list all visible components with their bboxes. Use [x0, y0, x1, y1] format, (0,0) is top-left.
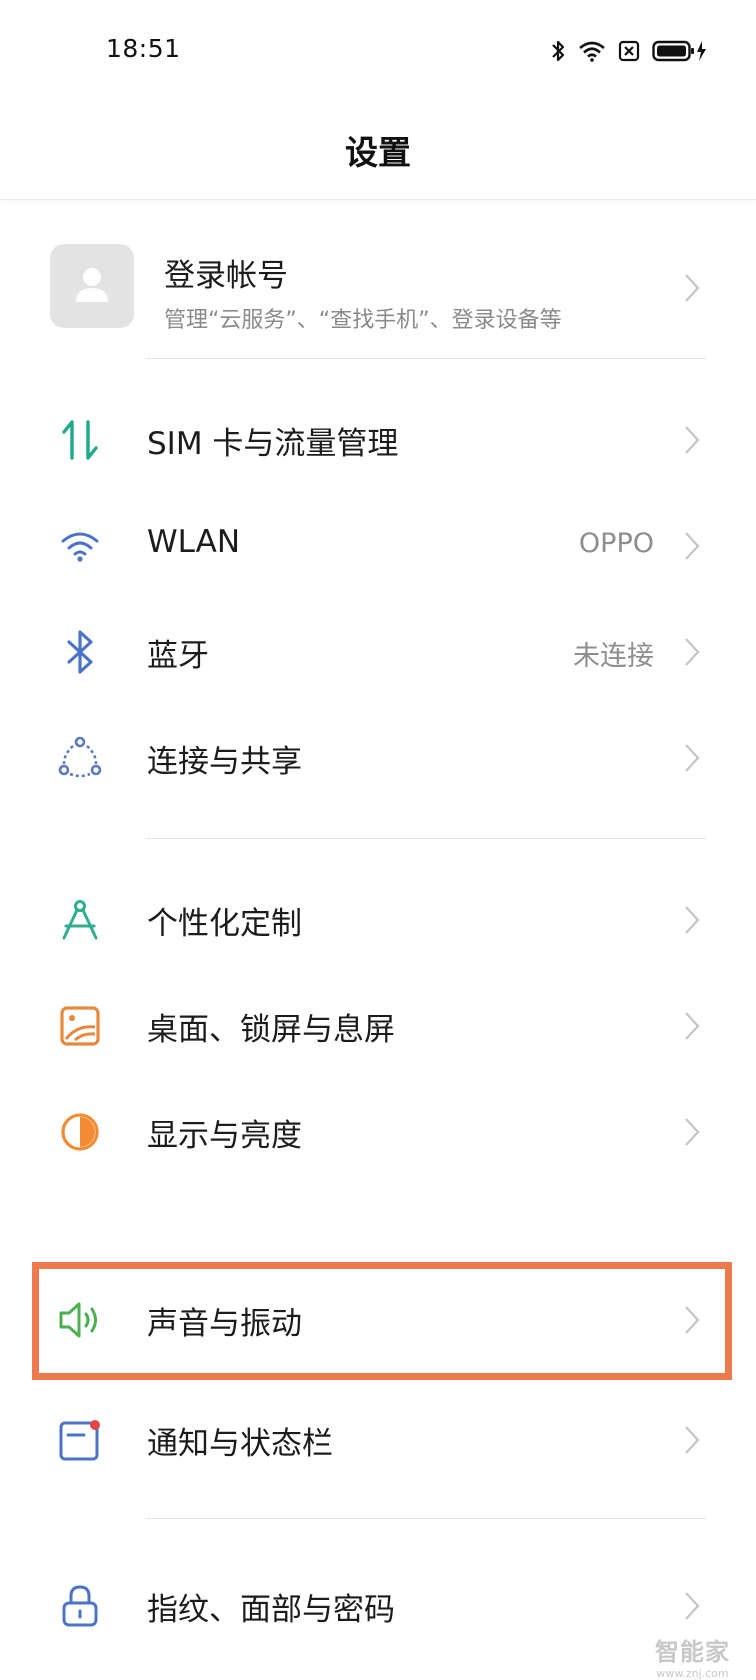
row-connection-share[interactable]: 连接与共享 — [0, 702, 756, 814]
connection-share-icon — [56, 734, 104, 782]
chevron-right-icon — [684, 637, 700, 667]
compass-icon — [56, 896, 104, 944]
row-label: 蓝牙 — [147, 638, 209, 674]
chevron-right-icon — [684, 1591, 700, 1621]
watermark: 智能家 www.znj.com — [655, 1632, 730, 1680]
account-subtitle: 管理“云服务”、“查找手机”、登录设备等 — [164, 308, 562, 333]
page-title: 设置 — [345, 133, 411, 172]
sim-off-icon — [618, 40, 640, 62]
row-wallpaper-lockscreen[interactable]: 桌面、锁屏与息屏 — [0, 970, 756, 1082]
row-notifications-statusbar[interactable]: 通知与状态栏 — [0, 1384, 756, 1496]
divider — [146, 1518, 706, 1519]
divider — [146, 838, 706, 839]
header: 设置 — [0, 100, 756, 200]
row-personalization[interactable]: 个性化定制 — [0, 864, 756, 976]
chevron-right-icon — [684, 1011, 700, 1041]
status-icons — [550, 36, 708, 66]
wifi-icon — [578, 40, 606, 62]
row-label: 通知与状态栏 — [147, 1426, 333, 1462]
status-time: 18:51 — [106, 34, 181, 63]
row-label: 指纹、面部与密码 — [147, 1592, 395, 1628]
divider — [146, 358, 706, 359]
brightness-icon — [56, 1108, 104, 1156]
row-display-brightness[interactable]: 显示与亮度 — [0, 1076, 756, 1188]
row-value: 未连接 — [573, 641, 654, 672]
sim-data-icon — [56, 416, 104, 464]
row-fingerprint-face-password[interactable]: 指纹、面部与密码 — [0, 1550, 756, 1662]
row-bluetooth[interactable]: 蓝牙 未连接 — [0, 596, 756, 708]
bluetooth-icon — [56, 628, 104, 676]
row-wlan[interactable]: WLAN OPPO — [0, 490, 756, 602]
row-sim-data[interactable]: SIM 卡与流量管理 — [0, 384, 756, 496]
chevron-right-icon — [684, 743, 700, 773]
status-bar: 18:51 — [0, 0, 756, 100]
row-label: 连接与共享 — [147, 744, 302, 780]
row-label: 个性化定制 — [147, 906, 302, 942]
watermark-main: 智能家 — [655, 1638, 730, 1666]
bluetooth-icon — [550, 39, 566, 63]
battery-charging-icon — [652, 39, 708, 63]
chevron-right-icon — [684, 905, 700, 935]
row-label: 显示与亮度 — [147, 1118, 302, 1154]
chevron-right-icon — [684, 531, 700, 561]
person-icon — [70, 262, 114, 310]
row-label: 桌面、锁屏与息屏 — [147, 1012, 395, 1048]
row-label: SIM 卡与流量管理 — [147, 426, 399, 462]
wifi-icon — [56, 522, 104, 570]
avatar — [50, 244, 134, 328]
chevron-right-icon — [684, 273, 700, 303]
account-title: 登录帐号 — [164, 258, 288, 294]
account-login-row[interactable]: 登录帐号 管理“云服务”、“查找手机”、登录设备等 — [0, 228, 756, 348]
chevron-right-icon — [684, 425, 700, 455]
notification-icon — [56, 1416, 104, 1464]
chevron-right-icon — [684, 1425, 700, 1455]
highlight-box — [32, 1262, 732, 1380]
chevron-right-icon — [684, 1117, 700, 1147]
wallpaper-icon — [56, 1002, 104, 1050]
row-label: WLAN — [147, 524, 241, 560]
watermark-sub: www.znj.com — [656, 1667, 729, 1680]
lock-icon — [56, 1582, 104, 1630]
row-value: OPPO — [578, 528, 654, 559]
settings-screen: 18:51 设置 登录帐号 管理“云服务”、“查找手机”、登录设备等 SIM 卡… — [0, 0, 756, 1680]
